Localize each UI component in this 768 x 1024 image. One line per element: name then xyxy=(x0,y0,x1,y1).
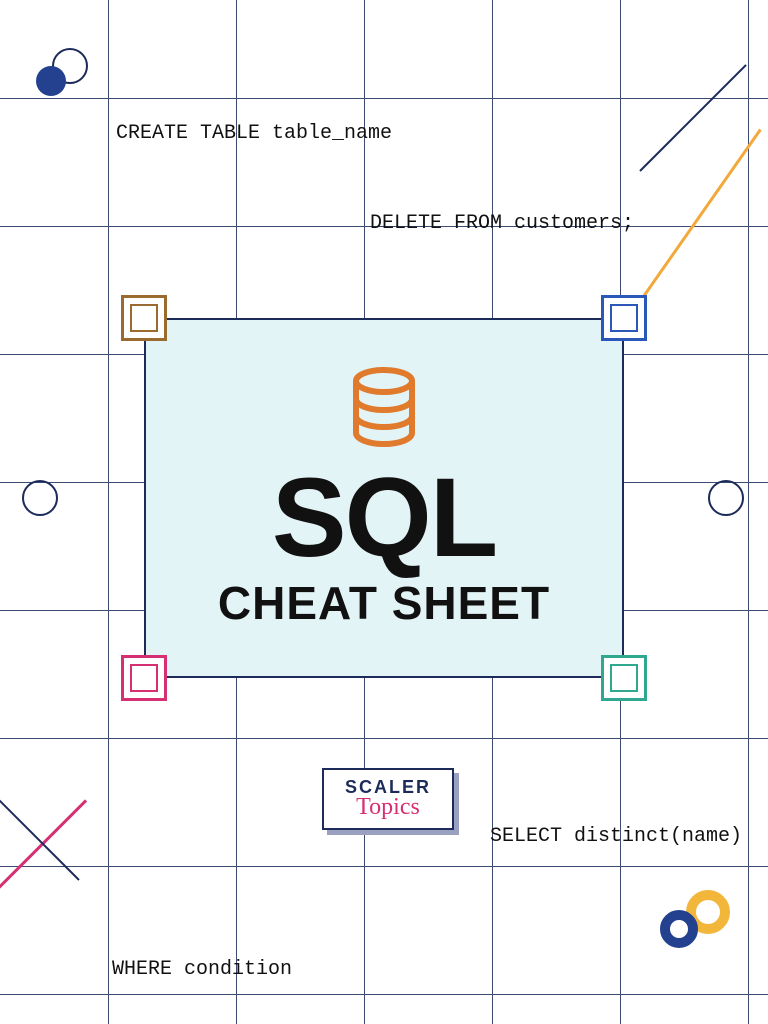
main-subtitle: CHEAT SHEET xyxy=(218,576,550,630)
corner-handle-top-left xyxy=(121,295,167,341)
decor-circle-fill-top-left xyxy=(36,66,66,96)
snippet-delete-from: DELETE FROM customers; xyxy=(370,212,634,235)
corner-handle-bottom-left xyxy=(121,655,167,701)
logo-text-topics: Topics xyxy=(356,794,420,821)
title-panel: SQL CHEAT SHEET xyxy=(144,318,624,678)
decor-circle-right xyxy=(708,480,744,516)
snippet-where-condition: WHERE condition xyxy=(112,958,292,981)
decor-circle-left xyxy=(22,480,58,516)
snippet-create-table: CREATE TABLE table_name xyxy=(116,122,392,145)
corner-handle-bottom-right xyxy=(601,655,647,701)
brand-logo: SCALER Topics xyxy=(322,768,454,830)
main-title: SQL xyxy=(272,462,496,574)
snippet-select-distinct: SELECT distinct(name) xyxy=(490,825,742,848)
decor-donut-blue xyxy=(660,910,698,948)
database-icon xyxy=(349,367,419,454)
corner-handle-top-right xyxy=(601,295,647,341)
